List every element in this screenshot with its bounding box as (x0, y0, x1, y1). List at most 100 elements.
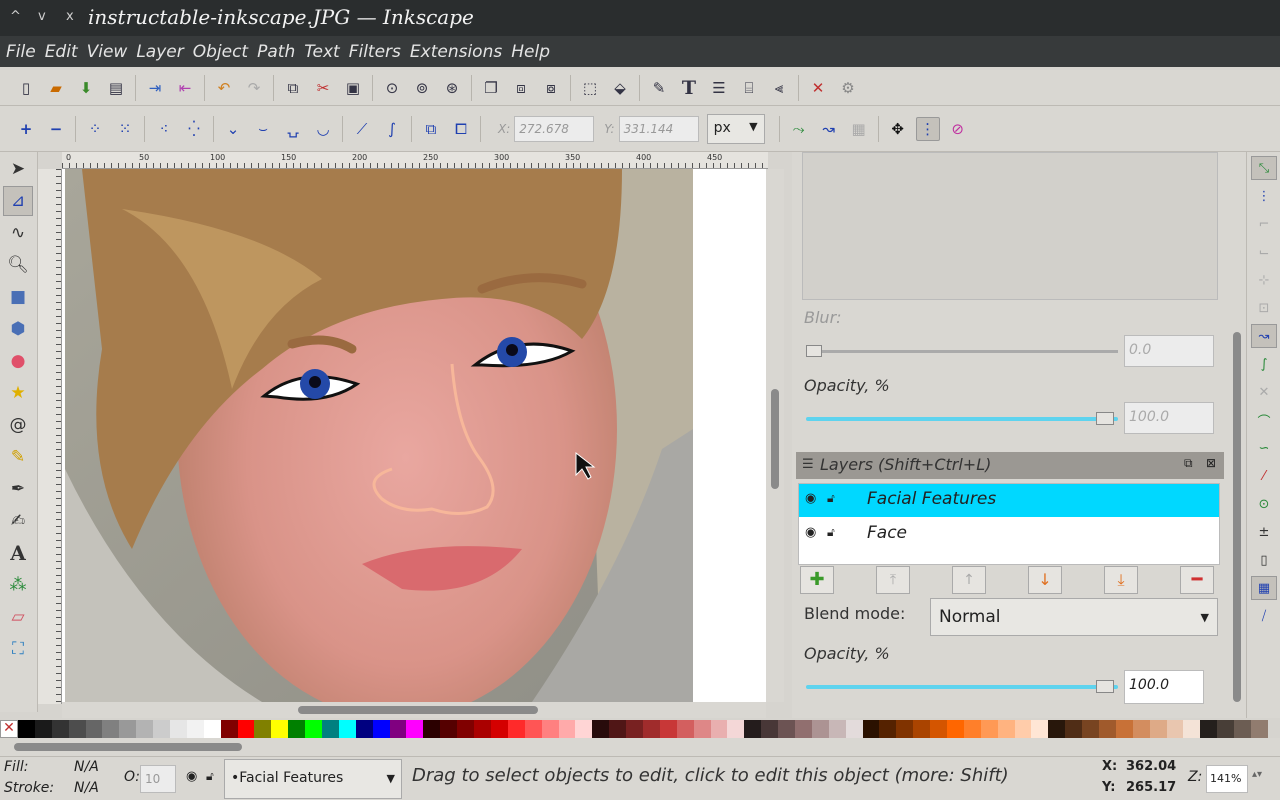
undo-icon[interactable]: ↶ (212, 76, 236, 100)
color-swatch[interactable] (676, 720, 694, 738)
color-swatch[interactable] (85, 720, 103, 738)
color-swatch[interactable] (153, 720, 171, 738)
print-icon[interactable]: ▤ (104, 76, 128, 100)
window-close-button[interactable]: x (66, 9, 74, 24)
eye-icon[interactable]: ◉ (805, 491, 816, 506)
window-down-button[interactable]: v (38, 9, 46, 24)
color-swatch[interactable] (1082, 720, 1099, 738)
snap-nodes-icon[interactable]: ↝ (1251, 324, 1277, 348)
blend-mode-select[interactable]: Normal ▼ (930, 598, 1218, 636)
color-swatch[interactable] (237, 720, 255, 738)
eraser-tool-icon[interactable]: ▱ (3, 602, 33, 632)
break-path-icon[interactable]: ⁙ (113, 117, 137, 141)
xml-editor-icon[interactable]: ⌸ (737, 76, 761, 100)
show-outline-icon[interactable]: ⊘ (946, 117, 970, 141)
unlink-clone-icon[interactable]: ⧇ (539, 76, 563, 100)
lock-icon[interactable]: 🔓︎ (827, 491, 835, 506)
color-swatch[interactable] (541, 720, 559, 738)
align-icon[interactable]: ⫷ (767, 76, 791, 100)
symmetric-node-icon[interactable]: ⍽ (281, 117, 305, 141)
color-swatch[interactable] (1065, 720, 1083, 738)
color-swatch[interactable] (355, 720, 373, 738)
blur-slider-handle[interactable] (806, 345, 822, 357)
color-swatch[interactable] (930, 720, 947, 738)
layer-lock-icon[interactable]: 🔓︎ (206, 769, 214, 784)
spin-arrows-icon[interactable]: ▴▾ (1252, 769, 1262, 780)
fill-stroke-icon[interactable]: ✎ (647, 76, 671, 100)
redo-icon[interactable]: ↷ (242, 76, 266, 100)
color-swatch[interactable] (1014, 720, 1032, 738)
layer-opacity-slider[interactable] (806, 685, 1118, 689)
color-swatch[interactable] (406, 720, 424, 738)
node-tool-icon[interactable]: ⊿ (3, 186, 33, 216)
color-swatch[interactable] (963, 720, 981, 738)
pencil-tool-icon[interactable]: ✎ (3, 442, 33, 472)
smooth-node-icon[interactable]: ⌣ (251, 117, 275, 141)
blur-spin[interactable]: 0.0 (1124, 335, 1214, 367)
tweak-tool-icon[interactable]: ∿ (3, 218, 33, 248)
ungroup-icon[interactable]: ⬙ (608, 76, 632, 100)
delete-node-icon[interactable]: − (44, 117, 68, 141)
color-swatch[interactable] (761, 720, 779, 738)
snap-guide-icon[interactable]: ⧸ (1251, 604, 1277, 628)
import-icon[interactable]: ⇥ (143, 76, 167, 100)
color-swatch[interactable] (1048, 720, 1066, 738)
snap-midpoint-icon[interactable]: ⁄ (1251, 464, 1277, 488)
duplicate-icon[interactable]: ❐ (479, 76, 503, 100)
object-to-path-icon[interactable]: ⧉ (419, 117, 443, 141)
show-handles-icon[interactable]: ⋮ (915, 116, 940, 141)
pen-tool-icon[interactable]: ✒ (3, 474, 33, 504)
snap-bbox-edge-icon[interactable]: ⌐ (1251, 212, 1277, 236)
color-swatch[interactable] (710, 720, 728, 738)
color-swatch[interactable] (507, 720, 525, 738)
fs-opacity-handle[interactable] (1096, 412, 1114, 425)
snap-intersection-icon[interactable]: ✕ (1251, 380, 1277, 404)
next-path-effect-icon[interactable]: ⤳ (787, 117, 811, 141)
layer-opacity-spin[interactable]: 100.0 (1124, 670, 1204, 704)
delete-segment-icon[interactable]: ⁛ (182, 117, 206, 141)
snap-cusp-icon[interactable]: ⌒ (1251, 408, 1277, 432)
color-swatch[interactable] (778, 720, 795, 738)
snap-page-border-icon[interactable]: ▯ (1251, 548, 1277, 572)
color-swatch[interactable] (372, 720, 390, 738)
show-transform-handles-icon[interactable]: ✥ (886, 117, 910, 141)
color-swatch[interactable] (642, 720, 660, 738)
color-swatch[interactable] (1183, 720, 1201, 738)
scrollbar-thumb[interactable] (298, 706, 538, 714)
star-tool-icon[interactable]: ★ (3, 378, 33, 408)
copy-icon[interactable]: ⧉ (281, 76, 305, 100)
snap-bbox-center-icon[interactable]: ⊡ (1251, 296, 1277, 320)
join-nodes-icon[interactable]: ⁘ (83, 117, 107, 141)
color-swatch[interactable] (1200, 720, 1218, 738)
color-swatch[interactable] (1132, 720, 1150, 738)
no-paint-swatch-icon[interactable]: ✕ (0, 720, 18, 738)
zoom-page-icon[interactable]: ⊛ (440, 76, 464, 100)
layer-visibility-icon[interactable]: ◉ (186, 769, 197, 784)
color-swatch[interactable] (693, 720, 711, 738)
raise-layer-button[interactable]: ↑ (952, 566, 986, 594)
color-swatch[interactable] (119, 720, 137, 738)
color-swatch[interactable] (102, 720, 120, 738)
menu-filters[interactable]: Filters (349, 42, 401, 62)
node-y-field[interactable]: 331.144 (618, 115, 699, 142)
color-swatch[interactable] (811, 720, 829, 738)
menu-path[interactable]: Path (257, 42, 295, 62)
canvas-horizontal-scrollbar[interactable] (62, 702, 766, 718)
menu-edit[interactable]: Edit (45, 42, 78, 62)
add-layer-button[interactable]: ✚ (800, 566, 834, 594)
snap-rotation-center-icon[interactable]: ± (1251, 520, 1277, 544)
color-swatch[interactable] (170, 720, 187, 738)
eye-icon[interactable]: ◉ (805, 525, 816, 540)
lower-layer-button[interactable]: ↓ (1028, 566, 1062, 594)
edit-mask-icon[interactable]: ▦ (847, 117, 871, 141)
layers-icon[interactable]: ☰ (707, 76, 731, 100)
color-swatch[interactable] (271, 720, 289, 738)
stroke-to-path-icon[interactable]: ⧠ (449, 117, 473, 141)
snap-enable-icon[interactable]: ⤡ (1251, 156, 1277, 180)
menu-extensions[interactable]: Extensions (410, 42, 502, 62)
window-up-button[interactable]: ^ (10, 9, 21, 24)
menu-object[interactable]: Object (193, 42, 248, 62)
menu-help[interactable]: Help (511, 42, 550, 62)
canvas-vertical-scrollbar[interactable] (766, 169, 784, 702)
scrollbar-thumb[interactable] (1233, 332, 1241, 702)
